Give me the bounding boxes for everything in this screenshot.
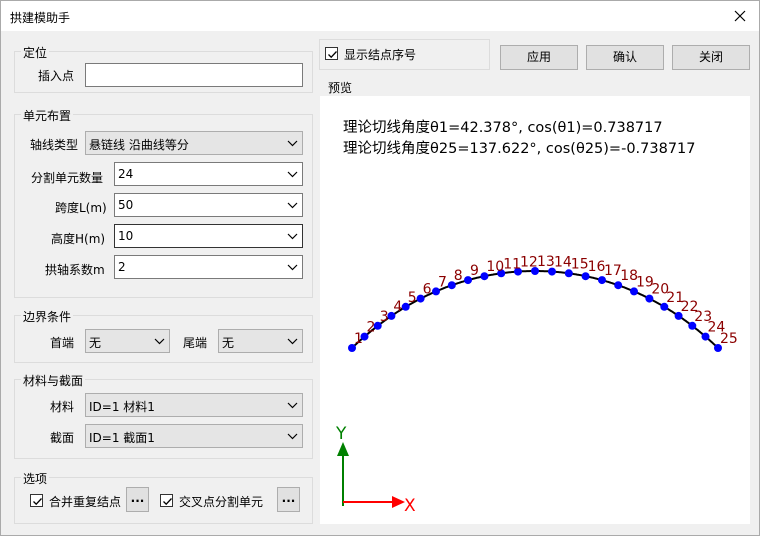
tail-value: 无 xyxy=(222,336,235,350)
confirm-button[interactable]: 确认 xyxy=(586,45,664,70)
height-label: 高度H(m) xyxy=(51,232,106,246)
show-numbers-checkbox[interactable] xyxy=(325,47,338,60)
axis-indicator: Y X xyxy=(335,424,416,516)
split-cross-checkbox[interactable] xyxy=(160,494,173,507)
arch-node-label: 3 xyxy=(380,309,389,325)
arch-node-labels: 123456 7 8 9 101112 13 14151617181920212223242… xyxy=(354,254,738,347)
arch-node-label: 8 xyxy=(454,268,463,284)
split-cross-settings-button[interactable]: ... xyxy=(277,487,300,512)
span-select[interactable]: 50 xyxy=(114,193,303,217)
span-value: 50 xyxy=(118,198,134,212)
chevron-down-icon xyxy=(287,433,298,440)
material-label: 材料 xyxy=(50,400,75,414)
x-axis-label: X xyxy=(404,496,416,516)
arch-node-label: 5 xyxy=(408,290,417,306)
seg-count-value: 24 xyxy=(118,167,134,181)
arch-node-label: 12 xyxy=(520,255,538,271)
section-select[interactable]: ID=1 截面1 xyxy=(85,424,303,448)
options-group-label: 选项 xyxy=(21,470,50,487)
material-value: ID=1 材料1 xyxy=(89,400,155,414)
arch-node-label: 6 xyxy=(423,282,432,298)
coef-label: 拱轴系数m xyxy=(45,263,105,277)
axis-type-value: 悬链线 沿曲线等分 xyxy=(89,138,189,152)
head-value: 无 xyxy=(89,336,102,350)
chevron-down-icon xyxy=(287,402,298,409)
arch-node-label: 13 xyxy=(537,254,555,270)
apply-button[interactable]: 应用 xyxy=(500,45,578,70)
title-bar: 拱建模助手 xyxy=(1,1,759,31)
close-button[interactable]: 关闭 xyxy=(672,45,750,70)
y-axis-label: Y xyxy=(335,424,347,444)
chevron-down-icon xyxy=(287,233,298,240)
arch-node-label: 1 xyxy=(354,331,363,347)
seg-count-label: 分割单元数量 xyxy=(31,171,104,185)
insert-point-label: 插入点 xyxy=(38,69,75,83)
preview-group-label: 预览 xyxy=(326,79,355,96)
chevron-down-icon xyxy=(287,171,298,178)
arch-drawing: 123456 7 8 9 101112 13 14151617181920212223242… xyxy=(335,254,738,516)
arch-node-label: 2 xyxy=(367,320,376,336)
arch-node-label: 4 xyxy=(393,299,402,315)
dialog-window: 拱建模助手 定位 插入点 单元布置 轴线类型 悬链线 沿曲线等分 分割单元数量 … xyxy=(0,0,760,536)
coef-value: 2 xyxy=(118,260,126,274)
head-select[interactable]: 无 xyxy=(85,329,170,353)
arch-nodes xyxy=(348,267,722,352)
merge-nodes-checkbox[interactable] xyxy=(30,494,43,507)
chevron-down-icon xyxy=(287,202,298,209)
section-value: ID=1 截面1 xyxy=(89,431,155,445)
arch-node-label: 25 xyxy=(720,331,738,347)
seg-count-select[interactable]: 24 xyxy=(114,162,303,186)
layout-group-label: 单元布置 xyxy=(21,107,74,124)
chevron-down-icon xyxy=(287,264,298,271)
arch-node-label: 15 xyxy=(571,256,589,272)
axis-type-select[interactable]: 悬链线 沿曲线等分 xyxy=(85,131,303,155)
split-cross-label: 交叉点分割单元 xyxy=(179,495,264,509)
height-select[interactable]: 10 xyxy=(114,224,303,248)
material-select[interactable]: ID=1 材料1 xyxy=(85,393,303,417)
merge-nodes-settings-button[interactable]: ... xyxy=(126,487,149,512)
arch-node-label: 14 xyxy=(554,255,572,271)
tail-label: 尾端 xyxy=(183,336,208,350)
head-label: 首端 xyxy=(50,336,75,350)
arch-node-label: 11 xyxy=(503,256,521,272)
height-value: 10 xyxy=(118,229,134,243)
insert-point-input[interactable] xyxy=(85,63,303,87)
material-group-label: 材料与截面 xyxy=(21,372,86,389)
arch-node-label: 16 xyxy=(588,259,606,275)
boundary-group-label: 边界条件 xyxy=(21,308,74,325)
span-label: 跨度L(m) xyxy=(55,201,107,215)
arch-node-label: 10 xyxy=(486,259,504,275)
arch-node-label: 17 xyxy=(604,263,622,279)
window-title: 拱建模助手 xyxy=(10,11,71,25)
show-numbers-label: 显示结点序号 xyxy=(344,48,417,62)
chevron-down-icon xyxy=(287,338,298,345)
tail-select[interactable]: 无 xyxy=(218,329,303,353)
arch-node-label: 9 xyxy=(470,263,479,279)
section-label: 截面 xyxy=(50,431,75,445)
close-icon[interactable] xyxy=(729,5,751,27)
location-group-label: 定位 xyxy=(21,44,50,61)
coef-select[interactable]: 2 xyxy=(114,255,303,279)
merge-nodes-label: 合并重复结点 xyxy=(49,495,122,509)
axis-type-label: 轴线类型 xyxy=(30,138,79,152)
arch-node-label: 7 xyxy=(438,274,447,290)
preview-canvas: 理论切线角度θ1=42.378°, cos(θ1)=0.738717 理论切线角… xyxy=(320,96,750,524)
y-axis-arrow-icon xyxy=(337,442,349,456)
chevron-down-icon xyxy=(154,338,165,345)
chevron-down-icon xyxy=(287,140,298,147)
